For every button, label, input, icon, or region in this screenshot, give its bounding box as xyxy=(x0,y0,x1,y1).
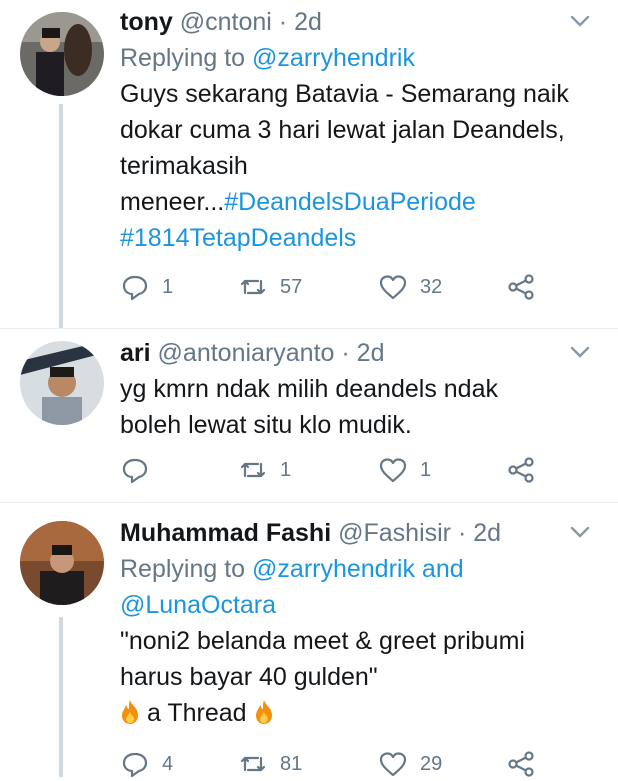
reply-count: 1 xyxy=(162,275,174,298)
share-button[interactable] xyxy=(506,272,536,302)
tweet-actions: 4 81 29 xyxy=(120,749,540,781)
avatar[interactable] xyxy=(20,521,104,605)
display-name[interactable]: tony xyxy=(120,8,173,36)
reply-icon xyxy=(122,458,148,484)
fire-emoji-icon xyxy=(122,700,138,724)
user-handle[interactable]: @antoniaryanto xyxy=(158,339,335,367)
heart-icon xyxy=(379,275,407,300)
retweet-icon xyxy=(240,279,266,295)
retweet-count: 81 xyxy=(280,752,303,775)
share-icon xyxy=(508,457,534,483)
tweet-ari[interactable]: ari @antoniaryanto · 2d yg kmrn ndak mil… xyxy=(0,328,618,503)
reply-count: 4 xyxy=(162,752,174,775)
chevron-down-icon[interactable] xyxy=(570,345,590,359)
user-handle[interactable]: @cntoni xyxy=(180,8,272,36)
hashtag-link[interactable]: #1814TetapDeandels xyxy=(120,224,356,252)
tweet-actions: 1 1 xyxy=(120,455,540,487)
reply-button[interactable] xyxy=(120,455,162,485)
reply-icon xyxy=(122,752,148,778)
tweet-actions: 1 57 32 xyxy=(120,272,540,304)
mention-link[interactable]: @LunaOctara xyxy=(120,591,276,619)
retweet-count: 57 xyxy=(280,275,303,298)
retweet-button[interactable]: 81 xyxy=(238,749,302,779)
retweet-icon xyxy=(240,462,266,478)
heart-icon xyxy=(379,458,407,483)
tweet-tony[interactable]: tony @cntoni · 2d Replying to @zarryhend… xyxy=(0,0,618,328)
like-count: 1 xyxy=(420,458,432,481)
tweet-header: Muhammad Fashi @Fashisir · 2d xyxy=(120,515,590,551)
reply-icon xyxy=(122,275,148,301)
tweet-text: "noni2 belanda meet & greet pribumi haru… xyxy=(120,627,525,727)
like-button[interactable]: 32 xyxy=(378,272,442,302)
user-handle[interactable]: @Fashisir xyxy=(338,519,451,547)
retweet-button[interactable]: 57 xyxy=(238,272,302,302)
chevron-down-icon[interactable] xyxy=(570,14,590,28)
like-button[interactable]: 1 xyxy=(378,455,431,485)
avatar[interactable] xyxy=(20,12,104,96)
share-button[interactable] xyxy=(506,455,536,485)
mention-link[interactable]: @zarryhendrik xyxy=(252,44,415,72)
chevron-down-icon[interactable] xyxy=(570,525,590,539)
timestamp[interactable]: 2d xyxy=(357,339,385,367)
thread-line xyxy=(59,104,63,328)
replying-to: Replying to @zarryhendrik and @LunaOctar… xyxy=(120,555,464,619)
avatar[interactable] xyxy=(20,341,104,425)
separator-dot: · xyxy=(341,339,350,367)
reply-button[interactable]: 1 xyxy=(120,272,173,302)
timestamp[interactable]: 2d xyxy=(294,8,322,36)
reply-button[interactable]: 4 xyxy=(120,749,173,779)
tweet-header: tony @cntoni · 2d xyxy=(120,4,590,40)
retweet-button[interactable]: 1 xyxy=(238,455,291,485)
display-name[interactable]: Muhammad Fashi xyxy=(120,519,331,547)
separator-dot: · xyxy=(278,8,288,36)
tweet-text: yg kmrn ndak milih deandels ndak boleh l… xyxy=(120,375,498,439)
tweet-header: ari @antoniaryanto · 2d xyxy=(120,335,590,371)
display-name[interactable]: ari xyxy=(120,339,151,367)
tweet-muhammad-fashi[interactable]: Muhammad Fashi @Fashisir · 2d Replying t… xyxy=(0,502,618,778)
like-count: 29 xyxy=(420,752,443,775)
timestamp[interactable]: 2d xyxy=(473,519,501,547)
fire-emoji-icon xyxy=(255,700,272,724)
replying-to: Replying to @zarryhendrik xyxy=(120,44,415,72)
share-button[interactable] xyxy=(506,749,536,779)
tweet-text: Guys sekarang Batavia - Semarang naik do… xyxy=(120,80,569,252)
like-count: 32 xyxy=(420,275,443,298)
hashtag-link[interactable]: #DeandelsDuaPeriode xyxy=(224,188,476,216)
retweet-icon xyxy=(240,756,266,772)
share-icon xyxy=(508,274,534,300)
thread-line xyxy=(59,617,63,777)
heart-icon xyxy=(379,752,407,777)
mention-link[interactable]: @zarryhendrik xyxy=(252,555,415,583)
like-button[interactable]: 29 xyxy=(378,749,442,779)
retweet-count: 1 xyxy=(280,458,292,481)
separator-dot: · xyxy=(457,519,467,547)
share-icon xyxy=(508,751,534,777)
thread-label: a Thread xyxy=(146,699,247,727)
